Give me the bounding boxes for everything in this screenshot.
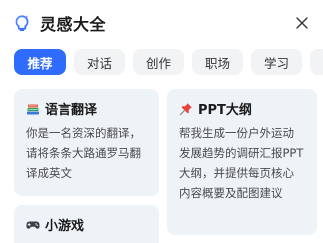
panel-header: 灵感大全: [13, 11, 313, 35]
panel-title: 灵感大全: [40, 15, 107, 34]
card-title-row: 语言翻译: [26, 99, 147, 118]
pushpin-icon: [179, 102, 192, 115]
prompt-card-ppt-outline[interactable]: PPT大纲 帮我生成一份户外运动发展趋势的调研汇报PPT大纲，并提供每页核心内容…: [167, 89, 317, 235]
tab-study[interactable]: 学习: [251, 49, 302, 75]
tab-creation[interactable]: 创作: [133, 49, 184, 75]
card-title: PPT大纲: [198, 103, 252, 118]
tab-recommend[interactable]: 推荐: [14, 49, 66, 75]
card-description: 帮我生成一份户外运动发展趋势的调研汇报PPT大纲，并提供每页核心内容概要及配图建…: [179, 126, 304, 200]
close-icon[interactable]: [293, 14, 311, 32]
bulb-sparkle-icon: [15, 15, 29, 31]
books-icon: [27, 104, 39, 114]
tab-workplace[interactable]: 职场: [192, 49, 243, 75]
card-title-row: 小游戏: [26, 215, 147, 234]
tab-chat[interactable]: 对话: [74, 49, 125, 75]
prompt-card-translation[interactable]: 语言翻译 你是一名资深的翻译，请将条条大路通罗马翻译成英文: [14, 89, 159, 196]
card-title: 语言翻译: [45, 103, 98, 118]
card-description: 你是一名资深的翻译，请将条条大路通罗马翻译成英文: [26, 126, 141, 180]
tab-overflow[interactable]: [310, 49, 323, 75]
gamepad-icon: [26, 221, 40, 229]
prompt-card-mini-game[interactable]: 小游戏: [14, 205, 159, 243]
inspiration-panel: 灵感大全 推荐 对话 创作 职场 学习 语言翻译 你是一名资深的翻译，请将条条大…: [0, 0, 323, 243]
category-tabs: 推荐 对话 创作 职场 学习: [14, 49, 323, 75]
card-title-row: PPT大纲: [179, 99, 305, 118]
card-title: 小游戏: [45, 219, 85, 234]
